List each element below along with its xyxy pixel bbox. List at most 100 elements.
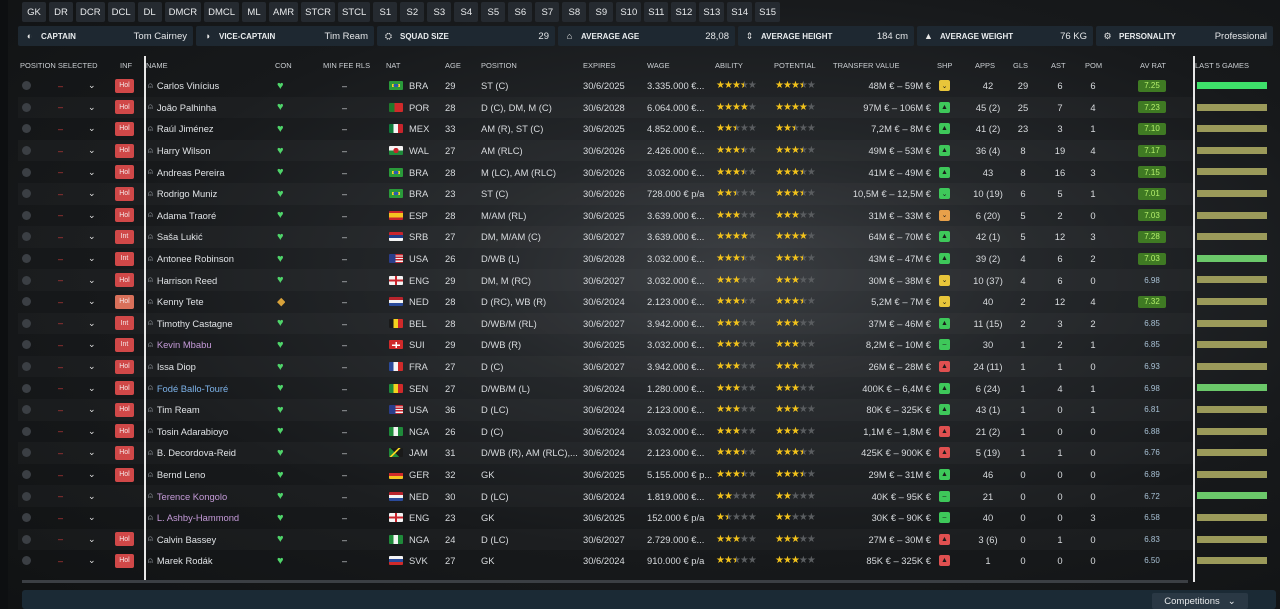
header-nat[interactable]: NAT [386, 61, 400, 70]
select-radio[interactable] [22, 254, 31, 264]
position-filter-button[interactable]: S1 [373, 2, 398, 22]
position-filter-button[interactable]: GK [22, 2, 46, 22]
inf-badge[interactable]: Hol [115, 208, 134, 223]
table-row[interactable]: – ⌄ Int ⍝ Saša Lukić ♥ – SRB 27 DM, M/AM (C) 30/6/… [18, 226, 1193, 248]
position-filter-button[interactable]: S14 [727, 2, 753, 22]
player-name[interactable]: L. Ashby-Hammond [157, 512, 239, 523]
position-filter-button[interactable]: S9 [589, 2, 614, 22]
chevron-down-icon[interactable]: ⌄ [88, 512, 96, 523]
player-name[interactable]: Harrison Reed [157, 275, 217, 286]
chevron-down-icon[interactable]: ⌄ [88, 447, 96, 458]
select-radio[interactable] [22, 210, 31, 220]
player-name[interactable]: Kevin Mbabu [157, 339, 212, 350]
table-row[interactable]: – ⌄ ⍝ L. Ashby-Hammond ♥ – ENG 23 GK 30/6/2025 152… [18, 507, 1193, 529]
select-radio[interactable] [22, 556, 31, 566]
chevron-down-icon[interactable]: ⌄ [88, 534, 96, 545]
position-filter-button[interactable]: DL [137, 2, 162, 22]
position-filter-button[interactable]: DMCL [204, 2, 240, 22]
chevron-down-icon[interactable]: ⌄ [88, 426, 96, 437]
position-filter-button[interactable]: S7 [535, 2, 560, 22]
select-radio[interactable] [22, 362, 31, 372]
chevron-down-icon[interactable]: ⌄ [88, 80, 96, 91]
table-row[interactable]: – ⌄ Hol ⍝ Harrison Reed ♥ – ENG 29 DM, M (RC) 30/6… [18, 269, 1193, 291]
inf-badge[interactable]: Hol [115, 121, 134, 136]
chevron-down-icon[interactable]: ⌄ [88, 555, 96, 566]
table-row[interactable]: – ⌄ Hol ⍝ Harry Wilson ♥ – WAL 27 AM (RLC) 30/6/20… [18, 140, 1193, 162]
player-name[interactable]: Saša Lukić [157, 231, 203, 242]
competitions-dropdown[interactable]: Competitions ⌄ [1152, 593, 1248, 609]
header-position[interactable]: POSITION [481, 61, 517, 70]
header-last-5-games[interactable]: LAST 5 GAMES [1195, 61, 1249, 70]
chevron-down-icon[interactable]: ⌄ [88, 102, 96, 113]
table-row[interactable]: – ⌄ Int ⍝ Kevin Mbabu ♥ – SUI 29 D/WB (R) 30/6/202… [18, 334, 1193, 356]
position-filter-button[interactable]: S10 [616, 2, 642, 22]
header-ast[interactable]: AST [1051, 61, 1066, 70]
header-expires[interactable]: EXPIRES [583, 61, 616, 70]
table-row[interactable]: – ⌄ Int ⍝ Timothy Castagne ♥ – BEL 28 D/WB/M (RL)… [18, 313, 1193, 335]
chevron-down-icon[interactable]: ⌄ [88, 383, 96, 394]
chevron-down-icon[interactable]: ⌄ [88, 167, 96, 178]
select-radio[interactable] [22, 146, 31, 156]
chevron-down-icon[interactable]: ⌄ [88, 318, 96, 329]
header-shp[interactable]: SHP [937, 61, 952, 70]
inf-badge[interactable]: Hol [115, 294, 134, 309]
chevron-down-icon[interactable]: ⌄ [88, 231, 96, 242]
player-name[interactable]: Harry Wilson [157, 145, 211, 156]
chevron-down-icon[interactable]: ⌄ [88, 339, 96, 350]
header-position-selected[interactable]: POSITION SELECTED [20, 61, 98, 70]
player-name[interactable]: Terence Kongolo [157, 491, 227, 502]
select-radio[interactable] [22, 167, 31, 177]
header-transfer-value[interactable]: TRANSFER VALUE [833, 61, 900, 70]
header-min-fee[interactable]: MIN FEE RLS [323, 61, 370, 70]
select-radio[interactable] [22, 470, 31, 480]
chevron-down-icon[interactable]: ⌄ [88, 123, 96, 134]
horizontal-scrollbar[interactable] [22, 580, 1188, 583]
header-potential[interactable]: POTENTIAL [774, 61, 816, 70]
position-filter-button[interactable]: STCL [338, 2, 371, 22]
player-name[interactable]: Tim Ream [157, 404, 200, 415]
header-gls[interactable]: GLS [1013, 61, 1028, 70]
inf-badge[interactable]: Hol [115, 467, 134, 482]
chevron-down-icon[interactable]: ⌄ [88, 469, 96, 480]
inf-badge[interactable]: Int [115, 229, 134, 244]
table-row[interactable]: – ⌄ Int ⍝ Antonee Robinson ♥ – USA 26 D/WB (L) 30/… [18, 248, 1193, 270]
position-filter-button[interactable]: S6 [508, 2, 533, 22]
position-filter-button[interactable]: DCL [107, 2, 135, 22]
player-name[interactable]: Marek Rodák [157, 555, 213, 566]
table-row[interactable]: – ⌄ Hol ⍝ Issa Diop ♥ – FRA 27 D (C) 30/6/2027 3.94… [18, 356, 1193, 378]
table-row[interactable]: – ⌄ Hol ⍝ João Palhinha ♥ – POR 28 D (C), DM, M (… [18, 97, 1193, 119]
position-filter-button[interactable]: S2 [400, 2, 425, 22]
position-filter-button[interactable]: S4 [454, 2, 479, 22]
select-radio[interactable] [22, 513, 31, 523]
chevron-down-icon[interactable]: ⌄ [88, 188, 96, 199]
select-radio[interactable] [22, 534, 31, 544]
player-name[interactable]: João Palhinha [157, 102, 216, 113]
table-row[interactable]: – ⌄ Hol ⍝ Calvin Bassey ♥ – NGA 24 D (LC) 30/6/202… [18, 529, 1193, 551]
chevron-down-icon[interactable]: ⌄ [88, 145, 96, 156]
position-filter-button[interactable]: S3 [427, 2, 452, 22]
table-row[interactable]: – ⌄ Hol ⍝ Raúl Jiménez ♥ – MEX 33 AM (R), ST (C) 3… [18, 118, 1193, 140]
position-filter-button[interactable]: S8 [562, 2, 587, 22]
player-name[interactable]: Kenny Tete [157, 296, 204, 307]
inf-badge[interactable]: Hol [115, 165, 134, 180]
player-name[interactable]: Andreas Pereira [157, 167, 225, 178]
select-radio[interactable] [22, 297, 31, 307]
inf-badge[interactable]: Hol [115, 273, 134, 288]
inf-badge[interactable]: Hol [115, 445, 134, 460]
select-radio[interactable] [22, 383, 31, 393]
inf-badge[interactable]: Hol [115, 532, 134, 547]
inf-badge[interactable]: Hol [115, 186, 134, 201]
chevron-down-icon[interactable]: ⌄ [88, 210, 96, 221]
vice-captain-cell[interactable]: ◑ VICE-CAPTAIN Tim Ream [196, 26, 374, 46]
table-row[interactable]: – ⌄ Hol ⍝ Tosin Adarabioyo ♥ – NGA 26 D (C) 30/6/2… [18, 421, 1193, 443]
table-row[interactable]: – ⌄ Hol ⍝ B. Decordova-Reid ♥ – JAM 31 D/WB (R), … [18, 442, 1193, 464]
inf-badge[interactable]: Hol [115, 100, 134, 115]
table-row[interactable]: – ⌄ Hol ⍝ Carlos Vinícius ♥ – BRA 29 ST (C) 30/6/2… [18, 75, 1193, 97]
select-radio[interactable] [22, 426, 31, 436]
header-age[interactable]: AGE [445, 61, 461, 70]
player-name[interactable]: Raúl Jiménez [157, 123, 214, 134]
player-name[interactable]: Carlos Vinícius [157, 80, 219, 91]
player-name[interactable]: B. Decordova-Reid [157, 447, 236, 458]
player-name[interactable]: Antonee Robinson [157, 253, 234, 264]
table-row[interactable]: – ⌄ Hol ⍝ Adama Traoré ♥ – ESP 28 M/AM (RL) 30/6/2… [18, 205, 1193, 227]
